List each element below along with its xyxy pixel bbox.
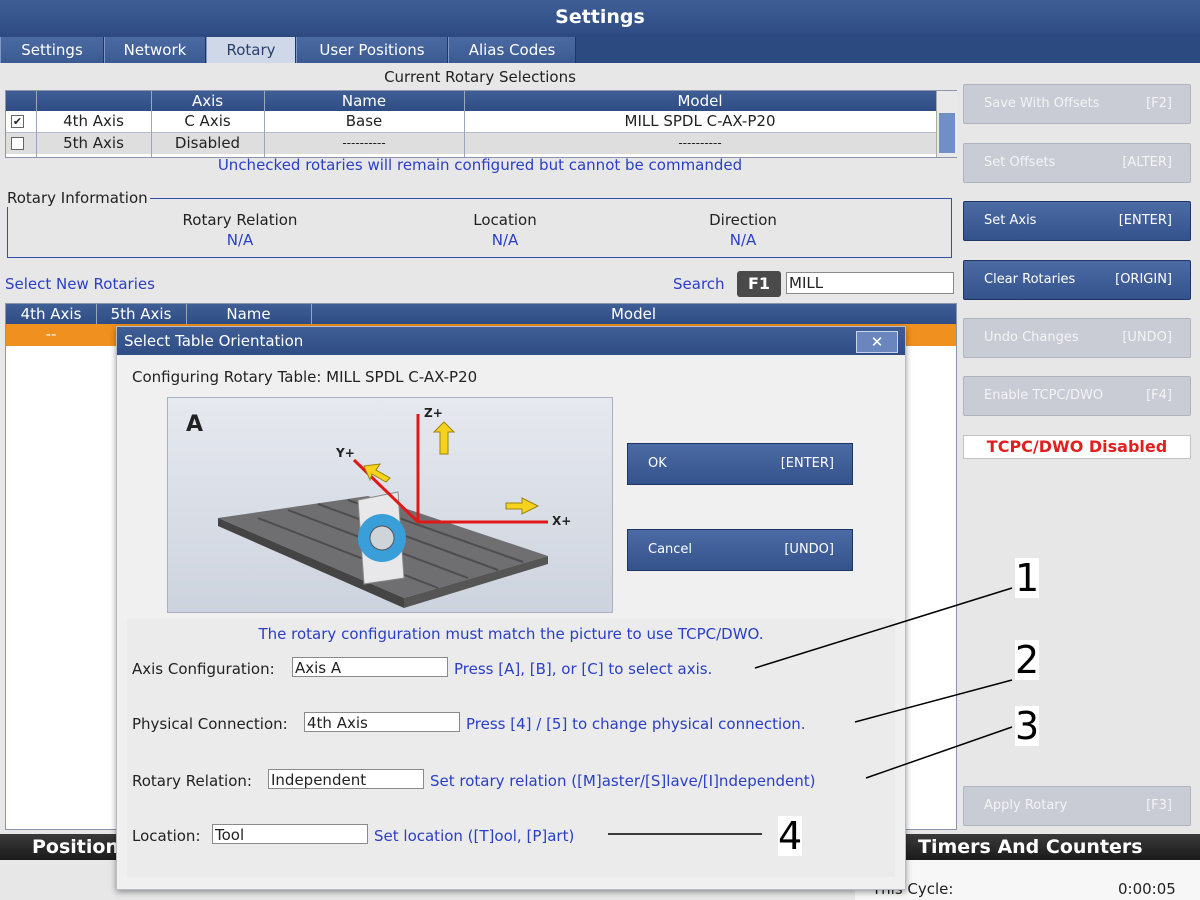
callout-4: 4 bbox=[778, 814, 803, 858]
callout-line-3 bbox=[865, 726, 1013, 779]
callout-2: 2 bbox=[1015, 638, 1040, 682]
callout-lines bbox=[608, 587, 1013, 835]
callout-3: 3 bbox=[1015, 704, 1040, 748]
callout-line-1 bbox=[754, 587, 1013, 669]
callout-line-2 bbox=[854, 679, 1013, 723]
callout-1: 1 bbox=[1015, 556, 1040, 600]
